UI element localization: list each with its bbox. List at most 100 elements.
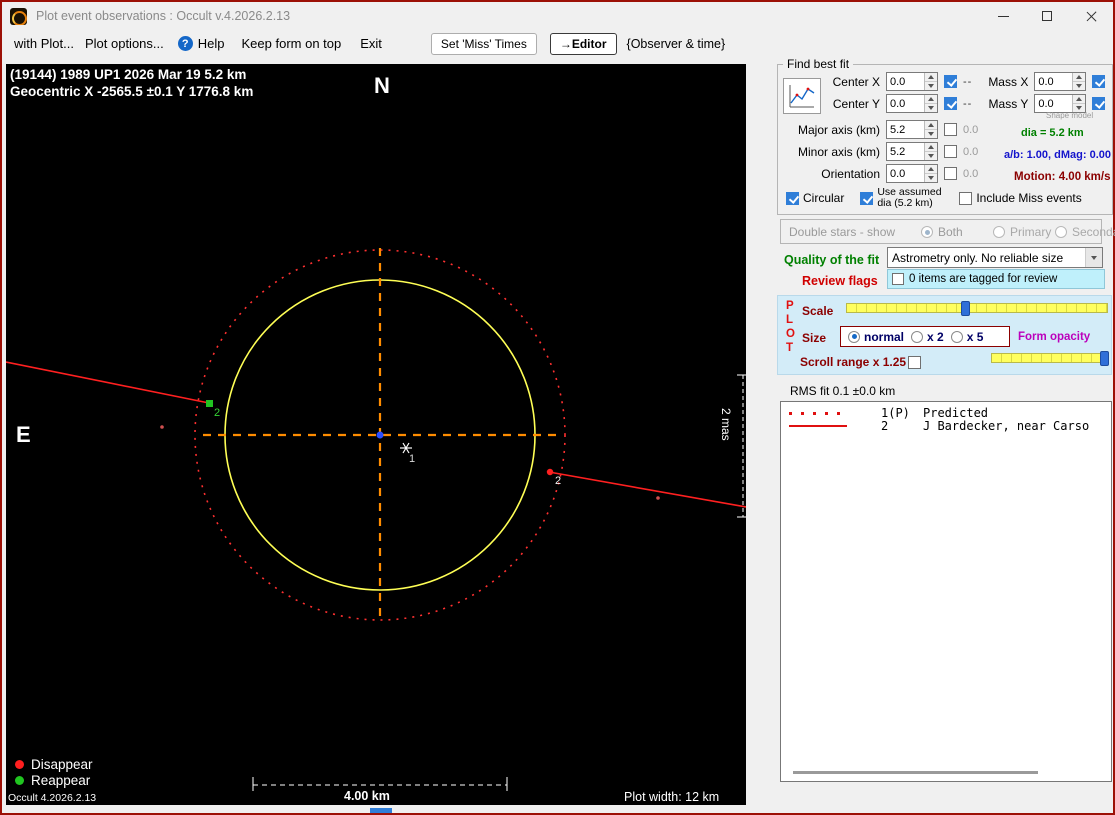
center-x-value: 0.0 — [890, 76, 906, 88]
menubar: with Plot... Plot options... ? Help Keep… — [2, 30, 1113, 57]
scale-slider[interactable] — [846, 301, 1108, 316]
center-x-checkbox[interactable] — [944, 75, 957, 88]
minor-axis-spinner[interactable] — [924, 143, 937, 160]
orientation-value: 0.0 — [890, 168, 906, 180]
legend-reappear-label: Reappear — [31, 773, 91, 788]
list-item[interactable]: 1(P) Predicted — [781, 406, 1111, 420]
primary-label: Primary — [1010, 225, 1052, 239]
help-icon: ? — [177, 36, 193, 51]
resize-grip — [370, 808, 392, 813]
event-title: (19144) 1989 UP1 2026 Mar 19 5.2 km — [10, 67, 247, 82]
size-x5-radio[interactable]: x 5 — [950, 330, 983, 344]
double-stars-both-radio[interactable]: Both — [921, 225, 963, 239]
double-stars-title: Double stars - show — [789, 225, 896, 239]
maximize-icon — [1042, 11, 1052, 21]
double-stars-group: Double stars - show Both Primary Seconda… — [780, 219, 1115, 244]
include-miss-label: Include Miss events — [976, 191, 1082, 205]
size-x2-radio[interactable]: x 2 — [911, 330, 944, 344]
mass-x-input[interactable]: 0.0 — [1034, 72, 1087, 91]
form-opacity-slider[interactable] — [991, 351, 1109, 366]
secondary-label: Secondary — [1072, 225, 1115, 239]
slider-thumb[interactable] — [1099, 351, 1109, 366]
major-axis-spinner[interactable] — [924, 121, 937, 138]
observation-id: 2 — [881, 419, 889, 433]
major-axis-checkbox[interactable] — [944, 123, 957, 136]
list-item[interactable]: 2 J Bardecker, near Carso — [781, 419, 1111, 433]
predicted-chord-number: 1 — [409, 453, 416, 465]
spin-up-icon — [928, 167, 934, 171]
diameter-note: dia = 5.2 km — [1021, 127, 1084, 139]
double-stars-secondary-radio[interactable]: Secondary — [1055, 225, 1115, 239]
both-label: Both — [938, 225, 963, 239]
center-y-checkbox[interactable] — [944, 97, 957, 110]
orientation-checkbox[interactable] — [944, 167, 957, 180]
spin-up-icon — [1076, 75, 1083, 79]
major-axis-value: 5.2 — [890, 124, 906, 136]
review-flags-checkbox[interactable] — [892, 273, 904, 285]
minor-axis-label: Minor axis (km) — [797, 144, 880, 159]
minimize-button[interactable] — [981, 2, 1025, 30]
orientation-spinner[interactable] — [924, 165, 937, 182]
minimize-icon — [997, 15, 1009, 17]
spin-down-icon — [928, 84, 934, 88]
minor-axis-checkbox[interactable] — [944, 145, 957, 158]
include-miss-checkbox[interactable] — [959, 191, 973, 205]
center-x-spinner[interactable] — [924, 73, 937, 90]
plot-canvas[interactable]: (19144) 1989 UP1 2026 Mar 19 5.2 km Geoc… — [6, 64, 746, 805]
size-radio-group: normal x 2 x 5 — [840, 326, 1010, 347]
center-dot — [376, 431, 384, 439]
double-stars-primary-radio[interactable]: Primary — [993, 225, 1051, 239]
spin-down-icon — [928, 176, 934, 180]
center-x-input[interactable]: 0.0 — [886, 72, 938, 91]
mass-x-spinner[interactable] — [1072, 73, 1086, 90]
spin-down-icon — [928, 154, 934, 158]
north-label: N — [374, 73, 390, 98]
minor-axis-input[interactable]: 5.2 — [886, 142, 938, 161]
path-dot-left — [160, 425, 164, 429]
center-y-value: 0.0 — [890, 98, 906, 110]
plot-letter-l: L — [786, 314, 794, 326]
center-y-input[interactable]: 0.0 — [886, 94, 938, 113]
radio-icon — [993, 226, 1005, 238]
orientation-input[interactable]: 0.0 — [886, 164, 938, 183]
reappear-marker — [206, 400, 213, 407]
size-x2-label: x 2 — [927, 329, 944, 344]
scroll-range-checkbox[interactable] — [908, 356, 921, 369]
circular-checkbox[interactable] — [786, 191, 799, 205]
mass-x-checkbox[interactable] — [1092, 75, 1106, 88]
major-axis-input[interactable]: 5.2 — [886, 120, 938, 139]
editor-button[interactable]: →Editor — [549, 32, 617, 55]
use-assumed-dia-checkbox[interactable] — [860, 191, 874, 205]
spin-down-icon — [928, 106, 934, 110]
center-y-spinner[interactable] — [924, 95, 937, 112]
maximize-button[interactable] — [1025, 2, 1069, 30]
radio-icon — [921, 226, 933, 238]
menu-help-label: Help — [197, 36, 225, 51]
mass-y-checkbox[interactable] — [1092, 97, 1106, 110]
legend-disappear-label: Disappear — [31, 757, 93, 772]
menu-with-plot[interactable]: with Plot... — [14, 36, 74, 51]
menu-plot-options[interactable]: Plot options... — [85, 36, 164, 51]
size-normal-radio[interactable]: normal — [848, 330, 904, 344]
horizontal-scrollbar[interactable] — [793, 771, 1038, 774]
scroll-range-label: Scroll range x 1.25 — [800, 355, 907, 369]
disappear-marker — [546, 468, 554, 476]
set-miss-times-button[interactable]: Set 'Miss' Times — [430, 32, 537, 55]
geocentric-coords: Geocentric X -2565.5 ±0.1 Y 1776.8 km — [10, 84, 254, 99]
observation-name: J Bardecker, near Carso — [923, 419, 1090, 433]
spin-up-icon — [1076, 97, 1083, 101]
slider-track — [846, 303, 1108, 313]
chord-left-number: 2 — [214, 407, 221, 419]
mass-y-spinner[interactable] — [1072, 95, 1086, 112]
slider-thumb[interactable] — [961, 301, 971, 316]
legend-reappear: Reappear — [15, 773, 90, 788]
menu-keep-form-on-top[interactable]: Keep form on top — [242, 36, 342, 51]
observations-list[interactable]: 1(P) Predicted 2 J Bardecker, near Carso — [780, 401, 1112, 782]
observed-line-sample-icon — [789, 425, 847, 427]
dropdown-arrow-icon — [1085, 248, 1102, 267]
quality-of-fit-dropdown[interactable]: Astrometry only. No reliable size — [887, 247, 1103, 268]
close-button[interactable] — [1069, 2, 1113, 30]
slider-track — [991, 353, 1108, 363]
menu-help[interactable]: ? Help — [177, 36, 225, 51]
menu-exit[interactable]: Exit — [360, 36, 382, 51]
